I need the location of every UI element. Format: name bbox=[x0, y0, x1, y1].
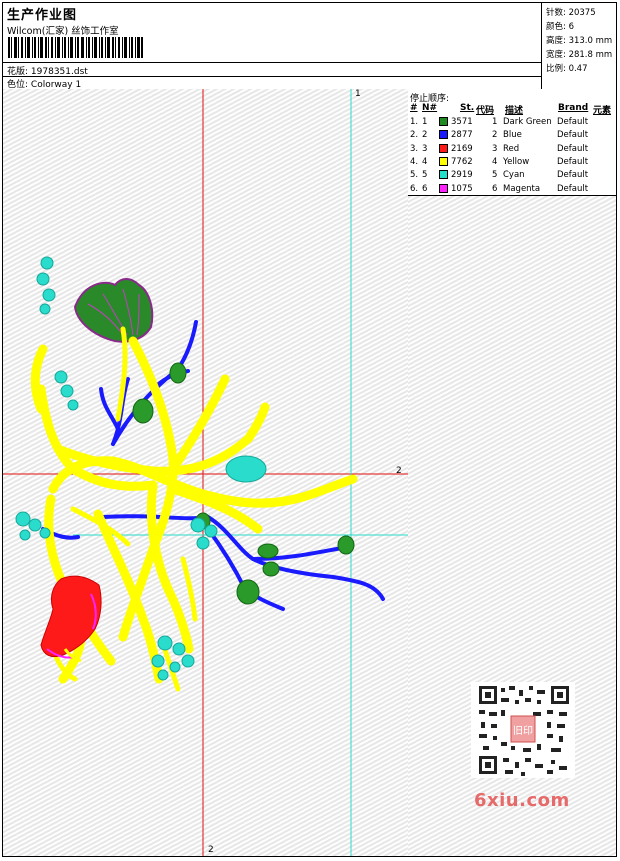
row-description: Yellow bbox=[503, 156, 530, 167]
row-description: Blue bbox=[503, 130, 522, 141]
color-swatch bbox=[439, 117, 448, 126]
design-scale: 比例: 0.47 bbox=[546, 64, 588, 74]
col-header-desc: 描述 bbox=[505, 106, 524, 116]
col-header-code: 代码 bbox=[476, 106, 495, 116]
header-info: 生产作业图 Wilcom(汇家) 丝饰工作室 花版: 1978351.dst 色… bbox=[3, 3, 541, 90]
color-swatch bbox=[439, 170, 448, 180]
row-description: Magenta bbox=[503, 183, 541, 194]
row-index: 2. bbox=[410, 130, 419, 141]
row-brand: Default bbox=[557, 170, 589, 181]
color-swatch bbox=[439, 183, 448, 193]
row-code: 6 bbox=[492, 183, 498, 194]
row-description: Cyan bbox=[503, 170, 525, 181]
sheet-header: 生产作业图 Wilcom(汇家) 丝饰工作室 花版: 1978351.dst 色… bbox=[3, 3, 616, 90]
table-row: 4. 4 7762 4 Yellow Default bbox=[408, 156, 616, 169]
row-number: 3 bbox=[422, 143, 428, 154]
row-brand: Default bbox=[557, 130, 589, 141]
page-title: 生产作业图 bbox=[7, 8, 78, 23]
row-code: 4 bbox=[492, 156, 498, 167]
table-row: 3. 3 2169 3 Red Default bbox=[408, 143, 616, 156]
red-flower bbox=[40, 575, 102, 658]
row-stitches: 3571 bbox=[451, 117, 473, 127]
col-header-brand: Brand bbox=[558, 103, 589, 113]
table-row: 1. 1 3571 1 Dark Green Default bbox=[408, 116, 616, 129]
color-swatch bbox=[439, 156, 448, 166]
col-header-hash: # bbox=[410, 103, 418, 113]
barcode-icon bbox=[8, 37, 143, 58]
row-number: 6 bbox=[422, 183, 428, 194]
col-header-no: N# bbox=[422, 103, 438, 113]
table-row: 2. 2 2877 2 Blue Default bbox=[408, 129, 616, 142]
color-swatch bbox=[439, 130, 448, 140]
col-header-st: St. bbox=[460, 103, 475, 113]
row-stitches: 2877 bbox=[451, 130, 473, 141]
row-code: 2 bbox=[492, 130, 498, 141]
design-width: 宽度: 281.8 mm bbox=[546, 50, 613, 60]
guide-label-top: 1 bbox=[355, 89, 361, 99]
row-brand: Default bbox=[557, 183, 589, 194]
row-stitches: 2169 bbox=[451, 143, 473, 154]
row-index: 4. bbox=[410, 156, 419, 167]
row-code: 5 bbox=[492, 170, 498, 181]
design-height: 高度: 313.0 mm bbox=[546, 36, 613, 46]
row-description: Dark Green bbox=[503, 117, 552, 127]
row-description: Red bbox=[503, 143, 520, 154]
row-index: 6. bbox=[410, 183, 419, 194]
watermark-brand: 6xiu.com bbox=[474, 790, 570, 811]
table-row: 5. 5 2919 5 Cyan Default bbox=[408, 169, 616, 182]
row-index: 5. bbox=[410, 170, 419, 181]
row-brand: Default bbox=[557, 156, 589, 167]
guide-label-bottom: 2 bbox=[208, 845, 214, 855]
stitch-count: 针数: 20375 bbox=[546, 8, 596, 18]
row-index: 1. bbox=[410, 117, 419, 127]
row-stitches: 7762 bbox=[451, 156, 473, 167]
row-number: 4 bbox=[422, 156, 428, 167]
row-number: 1 bbox=[422, 117, 428, 127]
design-preview: 1 2 2 bbox=[3, 89, 409, 856]
header-divider bbox=[3, 62, 541, 63]
row-brand: Default bbox=[557, 117, 589, 127]
row-number: 5 bbox=[422, 170, 428, 181]
color-swatch bbox=[439, 143, 448, 153]
row-index: 3. bbox=[410, 143, 419, 154]
row-stitches: 1075 bbox=[451, 183, 473, 194]
qr-stamp-icon: 旧印 bbox=[513, 725, 533, 737]
col-header-element: 元素 bbox=[593, 106, 612, 116]
row-code: 1 bbox=[492, 117, 498, 127]
stats-panel: 针数: 20375 颜色: 6 高度: 313.0 mm 宽度: 281.8 m… bbox=[541, 3, 616, 89]
qr-code-icon: 旧印 bbox=[471, 682, 575, 778]
table-row: 6. 6 1075 6 Magenta Default bbox=[408, 183, 616, 196]
row-stitches: 2919 bbox=[451, 170, 473, 181]
guide-label-right: 2 bbox=[396, 466, 402, 476]
color-count: 颜色: 6 bbox=[546, 22, 574, 32]
header-divider bbox=[3, 76, 541, 77]
row-brand: Default bbox=[557, 143, 589, 154]
tulip-flower bbox=[73, 278, 154, 343]
embroidery-design bbox=[3, 89, 408, 856]
company-name: Wilcom(汇家) 丝饰工作室 bbox=[7, 26, 119, 37]
stop-sequence-table: 停止顺序: # N# St. 代码 描述 Brand 元素 1. 1 3571 1 Da… bbox=[408, 89, 616, 196]
row-number: 2 bbox=[422, 130, 428, 141]
row-code: 3 bbox=[492, 143, 498, 154]
